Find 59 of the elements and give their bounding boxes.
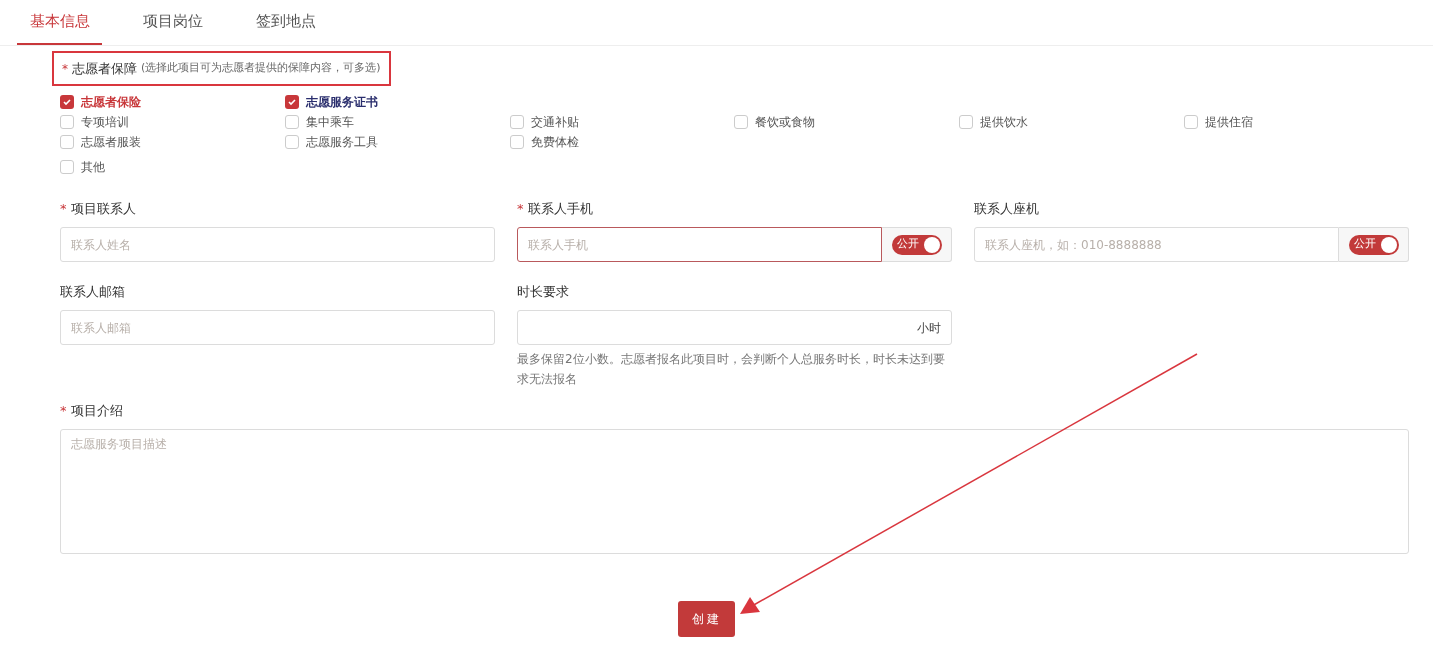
checkbox-checked-icon[interactable]: [60, 95, 74, 109]
checkbox-icon[interactable]: [284, 115, 299, 129]
checkbox-option[interactable]: 志愿服务证书: [284, 92, 378, 112]
option-label: 志愿服务证书: [305, 94, 378, 111]
option-label: 交通补贴: [530, 114, 579, 131]
section-title: 志愿者保障: [72, 59, 137, 78]
checkbox-icon[interactable]: [734, 115, 749, 129]
checkbox-icon[interactable]: [60, 160, 74, 174]
checkbox-option[interactable]: 志愿者服装: [60, 132, 141, 152]
required-mark: *: [60, 402, 67, 421]
field-label: 联系人手机: [527, 200, 593, 219]
option-label: 提供饮水: [980, 114, 1029, 131]
required-mark: *: [517, 200, 524, 219]
option-label: 免费体检: [530, 134, 579, 151]
checkbox-option[interactable]: 其他: [60, 157, 105, 177]
field-label: 项目联系人: [70, 200, 136, 219]
checkbox-icon[interactable]: [60, 135, 74, 149]
option-label: 集中乘车: [305, 114, 354, 131]
toggle-switch[interactable]: 公开: [891, 234, 942, 255]
checkbox-option[interactable]: 交通补贴: [509, 112, 579, 132]
number-field[interactable]: 小时: [517, 310, 952, 345]
field-label: 联系人座机: [974, 200, 1039, 219]
checkbox-icon[interactable]: [509, 135, 524, 149]
section-note: (选择此项目可为志愿者提供的保障内容，可多选): [141, 60, 381, 77]
checkbox-icon[interactable]: [1184, 115, 1199, 129]
field-label: 联系人邮箱: [60, 283, 125, 302]
checkbox-option[interactable]: 集中乘车: [284, 112, 354, 132]
option-label: 志愿服务工具: [305, 134, 378, 151]
checkbox-icon[interactable]: [509, 115, 524, 129]
field-label: 项目介绍: [70, 402, 123, 421]
tab[interactable]: 项目岗位: [130, 0, 215, 45]
required-mark: *: [62, 60, 68, 78]
hint-text: 最多保留2位小数。志愿者报名此项目时，会判断个人总服务时长，时长未达到要求无法报名: [517, 351, 946, 388]
checkbox-icon[interactable]: [60, 115, 74, 129]
checkbox-option[interactable]: 志愿服务工具: [284, 132, 378, 152]
option-label: 志愿者服装: [81, 134, 141, 151]
checkbox-icon[interactable]: [284, 135, 299, 149]
required-mark: *: [60, 200, 67, 219]
checkbox-option[interactable]: 免费体检: [509, 132, 579, 152]
checkbox-option[interactable]: 志愿者保险: [60, 92, 141, 112]
tab[interactable]: 基本信息: [17, 0, 102, 45]
checkbox-option[interactable]: 提供住宿: [1184, 112, 1254, 132]
checkbox-option[interactable]: 提供饮水: [959, 112, 1029, 132]
tab[interactable]: 签到地点: [243, 0, 328, 45]
option-label: 餐饮或食物: [755, 114, 816, 131]
option-label: 其他: [81, 159, 105, 176]
description-field[interactable]: 志愿服务项目描述: [60, 429, 1409, 554]
toggle-switch[interactable]: 公开: [1348, 234, 1399, 255]
create-button[interactable]: 创建: [678, 601, 735, 637]
field-label: 时长要求: [517, 283, 569, 302]
option-label: 专项培训: [81, 114, 129, 131]
option-label: 提供住宿: [1205, 114, 1254, 131]
checkbox-icon[interactable]: [959, 115, 974, 129]
checkbox-checked-icon[interactable]: [284, 95, 299, 109]
unit-label: 小时: [917, 319, 941, 337]
text-field[interactable]: 联系人手机: [517, 227, 882, 262]
option-label: 志愿者保险: [81, 94, 141, 111]
checkbox-option[interactable]: 专项培训: [60, 112, 129, 132]
checkbox-option[interactable]: 餐饮或食物: [734, 112, 816, 132]
